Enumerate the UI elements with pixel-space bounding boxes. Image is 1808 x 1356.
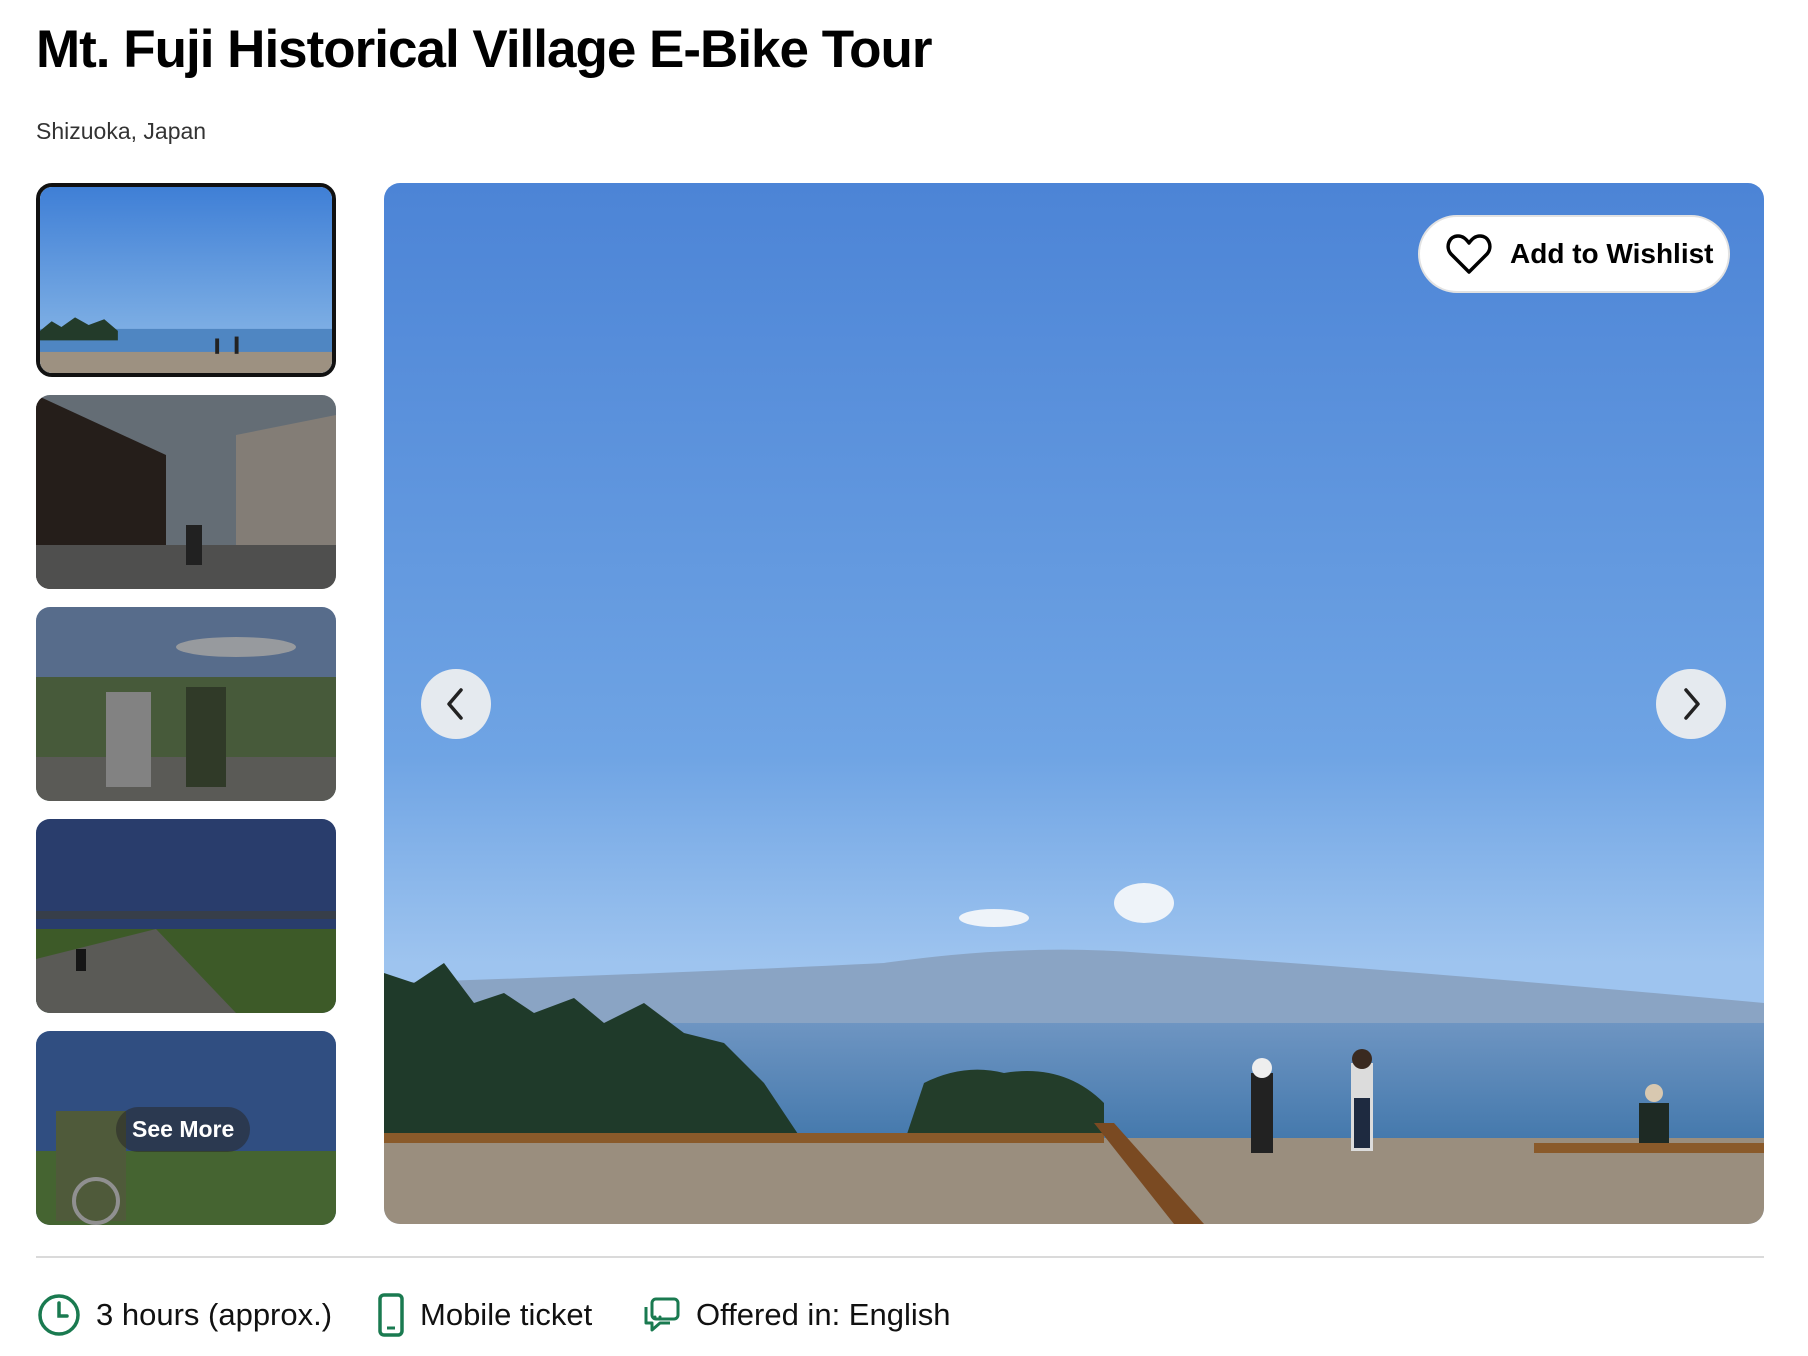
feature-label: Mobile ticket	[420, 1297, 593, 1332]
location-text: Shizuoka, Japan	[36, 118, 207, 144]
thumbnail-4[interactable]	[36, 819, 336, 1013]
thumbnail-2[interactable]	[36, 395, 336, 589]
feature-language: Offered in: English	[642, 1290, 950, 1340]
thumbnail-1[interactable]	[36, 183, 336, 377]
feature-ticket: Mobile ticket	[376, 1290, 592, 1340]
chevron-right-icon	[1684, 688, 1700, 720]
heart-icon	[1446, 234, 1492, 274]
page-title: Mt. Fuji Historical Village E-Bike Tour	[36, 20, 933, 79]
clock-icon	[38, 1294, 80, 1336]
thumbnail-3[interactable]	[36, 607, 336, 801]
chat-bubble-icon	[644, 1297, 680, 1332]
mobile-phone-icon	[378, 1293, 404, 1337]
chevron-left-icon	[447, 688, 463, 720]
add-to-wishlist-button[interactable]: Add to Wishlist	[1418, 215, 1730, 293]
main-photo-image	[384, 183, 1764, 1224]
wishlist-label: Add to Wishlist	[1510, 238, 1714, 269]
feature-label: Offered in: English	[696, 1297, 951, 1332]
divider	[36, 1256, 1764, 1258]
thumbnail-image	[40, 187, 332, 373]
next-photo-button[interactable]	[1656, 669, 1726, 739]
feature-label: 3 hours (approx.)	[96, 1297, 333, 1332]
main-photo	[384, 183, 1764, 1224]
previous-photo-button[interactable]	[421, 669, 491, 739]
thumbnail-5[interactable]: See More	[36, 1031, 336, 1225]
feature-duration: 3 hours (approx.)	[36, 1290, 332, 1340]
see-more-button[interactable]: See More	[116, 1107, 251, 1152]
feature-list: 3 hours (approx.) Mobile ticket Offered …	[36, 1290, 1776, 1340]
